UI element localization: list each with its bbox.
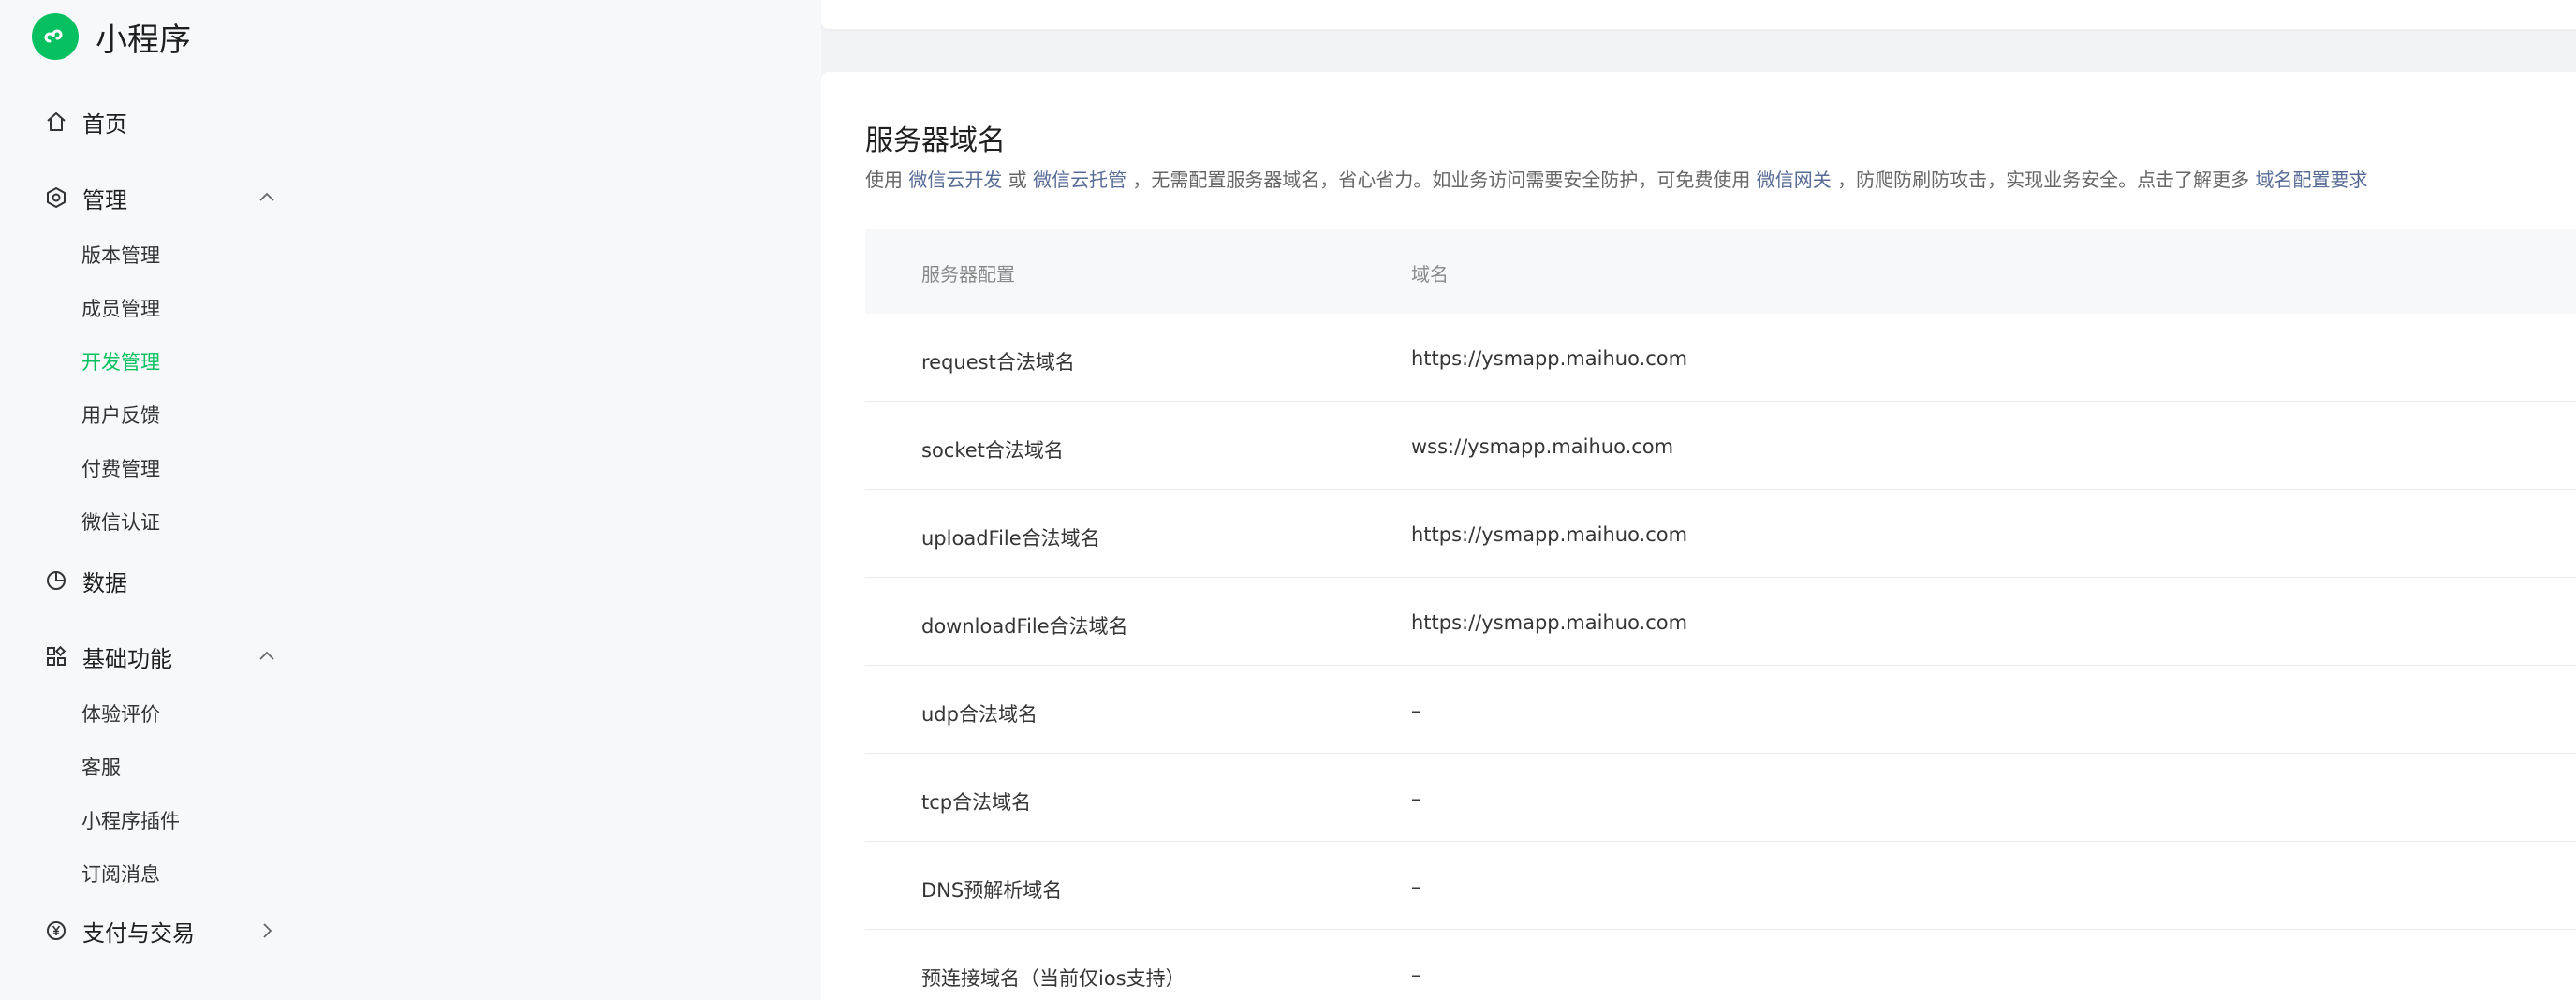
nav-payment-manage[interactable]: 付费管理 [0,445,821,492]
nav-wechat-verify[interactable]: 微信认证 [0,498,821,545]
settings-hexagon-icon [43,184,69,211]
link-wechat-cloud-dev[interactable]: 微信云开发 [908,169,1002,191]
link-domain-requirements[interactable]: 域名配置要求 [2256,169,2368,191]
nav-payment-trade-label: 支付与交易 [82,919,195,947]
previous-card [821,0,2576,29]
nav-home-label: 首页 [82,110,127,138]
link-wechat-gateway[interactable]: 微信网关 [1757,169,1832,191]
nav-home[interactable]: 首页 [0,94,821,150]
nav-subscribe-message[interactable]: 订阅消息 [0,850,821,897]
link-wechat-cloud-hosting[interactable]: 微信云托管 [1033,169,1126,191]
brand[interactable]: 小程序 [32,13,191,60]
sidebar: 小程序 首页 管理 版本管理 成员管理 开发管理 用户反馈 付费管理 微信认证 … [0,0,821,1000]
row-config-name: udp合法域名 [921,703,1038,726]
section-title: 服务器域名 [865,125,1006,157]
row-config-name: DNS预解析域名 [921,879,1063,902]
row-domain-value: https://ysmapp.maihuo.com [1411,523,1688,546]
table-row: uploadFile合法域名 https://ysmapp.maihuo.com [865,490,2576,578]
table-row: downloadFile合法域名 https://ysmapp.maihuo.c… [865,578,2576,666]
nav-data[interactable]: 数据 [0,552,821,609]
table-row: socket合法域名 wss://ysmapp.maihuo.com [865,402,2576,490]
chevron-up-icon[interactable] [255,644,279,669]
chevron-right-icon[interactable] [255,919,279,943]
row-config-name: socket合法域名 [921,439,1064,462]
row-domain-value: – [1411,787,1421,810]
grid-apps-icon [43,643,69,669]
nav-payment-trade[interactable]: 支付与交易 [0,903,821,959]
domain-table: 服务器配置 域名 request合法域名 https://ysmapp.maih… [865,229,2576,1000]
table-row: tcp合法域名 – [865,754,2576,842]
yen-circle-icon [43,918,69,944]
row-config-name: downloadFile合法域名 [921,615,1128,638]
nav-experience-rating[interactable]: 体验评价 [0,690,821,737]
nav-data-label: 数据 [82,569,127,596]
column-header-domain: 域名 [1411,263,1449,286]
row-domain-value: wss://ysmapp.maihuo.com [1411,435,1674,458]
row-config-name: tcp合法域名 [921,791,1032,814]
row-domain-value: – [1411,963,1421,986]
server-domain-card: 服务器域名 使用 微信云开发 或 微信云托管 ，无需配置服务器域名，省心省力。如… [821,72,2576,1000]
row-config-name: uploadFile合法域名 [921,527,1100,550]
table-header: 服务器配置 域名 [865,229,2576,314]
chevron-up-icon[interactable] [255,185,279,210]
nav-dev-manage[interactable]: 开发管理 [0,338,821,385]
table-row: udp合法域名 – [865,666,2576,754]
nav-manage[interactable]: 管理 [0,169,821,226]
nav-basic-features-label: 基础功能 [82,645,172,672]
nav-user-feedback[interactable]: 用户反馈 [0,391,821,438]
nav-version-manage[interactable]: 版本管理 [0,231,821,278]
table-row: 预连接域名（当前仅ios支持） – [865,930,2576,1000]
row-domain-value: – [1411,875,1421,898]
mini-program-logo-icon [32,13,79,60]
nav-member-manage[interactable]: 成员管理 [0,285,821,331]
pie-chart-icon [43,567,69,594]
section-description: 使用 微信云开发 或 微信云托管 ，无需配置服务器域名，省心省力。如业务访问需要… [865,169,2368,191]
nav-plugins[interactable]: 小程序插件 [0,797,821,844]
table-row: request合法域名 https://ysmapp.maihuo.com [865,314,2576,402]
row-domain-value: – [1411,699,1421,722]
brand-title: 小程序 [96,21,191,59]
row-domain-value: https://ysmapp.maihuo.com [1411,611,1688,634]
nav-basic-features[interactable]: 基础功能 [0,628,821,684]
row-domain-value: https://ysmapp.maihuo.com [1411,347,1688,370]
row-config-name: 预连接域名（当前仅ios支持） [921,967,1185,990]
home-icon [43,109,69,135]
table-row: DNS预解析域名 – [865,842,2576,930]
nav-customer-service[interactable]: 客服 [0,743,821,790]
row-config-name: request合法域名 [921,351,1075,374]
nav-manage-label: 管理 [82,186,127,213]
column-header-config: 服务器配置 [921,263,1015,286]
